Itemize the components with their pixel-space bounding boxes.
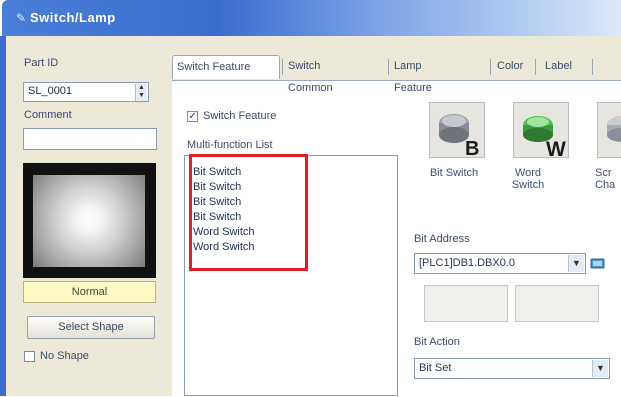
word-switch-caption: Word Switch — [511, 167, 545, 191]
multi-function-list-label: Multi-function List — [187, 139, 273, 151]
tab-lamp-feature[interactable]: Lamp Feature — [390, 55, 436, 94]
no-shape-checkbox[interactable] — [24, 351, 35, 362]
screen-change-button[interactable] — [597, 102, 621, 160]
part-id-field[interactable]: SL_0001 ▲ ▼ — [23, 82, 149, 102]
word-switch-button[interactable]: W — [513, 102, 573, 161]
chevron-down-icon[interactable]: ▼ — [568, 255, 584, 272]
tab-separator — [490, 59, 491, 75]
tab-label[interactable]: Label — [541, 55, 576, 79]
address-browse-icon[interactable] — [590, 255, 606, 271]
word-switch-icon: W — [513, 102, 569, 161]
tab-separator — [388, 59, 389, 75]
state-label[interactable]: Normal — [23, 281, 156, 303]
bit-address-value: [PLC1]DB1.DBX0.0 — [419, 257, 515, 269]
bit-address-label: Bit Address — [414, 233, 470, 245]
tab-color[interactable]: Color — [493, 55, 527, 79]
switch-shape-image — [33, 175, 145, 267]
address-option-button[interactable] — [424, 285, 508, 322]
switch-feature-label: Switch Feature — [203, 110, 277, 122]
app-icon: ✎ — [16, 11, 27, 25]
chevron-down-icon[interactable]: ▼ — [592, 360, 608, 377]
address-option-button[interactable] — [515, 285, 599, 322]
screen-change-caption: Scr Cha — [595, 167, 616, 191]
svg-text:B: B — [465, 138, 479, 159]
shape-preview — [23, 163, 156, 278]
bit-action-label: Bit Action — [414, 336, 460, 348]
bit-action-dropdown[interactable]: Bit Set ▼ — [414, 358, 610, 379]
tab-separator — [592, 59, 593, 75]
select-shape-button[interactable]: Select Shape — [27, 316, 155, 339]
bit-switch-icon: B — [429, 102, 485, 160]
part-id-value: SL_0001 — [28, 85, 73, 97]
comment-field[interactable] — [23, 128, 157, 150]
bit-switch-caption: Bit Switch — [429, 167, 479, 179]
title-bar: ✎ Switch/Lamp — [2, 0, 621, 36]
highlight-box — [189, 154, 308, 271]
comment-label: Comment — [24, 109, 72, 121]
tab-separator — [282, 59, 283, 75]
tab-switch-common[interactable]: Switch Common — [284, 55, 337, 94]
no-shape-label: No Shape — [40, 350, 89, 362]
window-title: Switch/Lamp — [30, 10, 116, 25]
tab-separator — [535, 59, 536, 75]
svg-text:W: W — [546, 138, 566, 159]
screen-change-icon — [597, 102, 621, 158]
part-id-spinner[interactable]: ▲ ▼ — [135, 84, 147, 101]
bit-switch-button[interactable]: B — [429, 102, 489, 160]
switch-feature-checkbox[interactable]: ✓ — [187, 111, 198, 122]
tab-switch-feature[interactable]: Switch Feature — [172, 55, 280, 79]
part-id-label: Part ID — [24, 57, 59, 69]
bit-action-value: Bit Set — [419, 362, 452, 374]
bit-address-dropdown[interactable]: [PLC1]DB1.DBX0.0 ▼ — [414, 253, 586, 274]
